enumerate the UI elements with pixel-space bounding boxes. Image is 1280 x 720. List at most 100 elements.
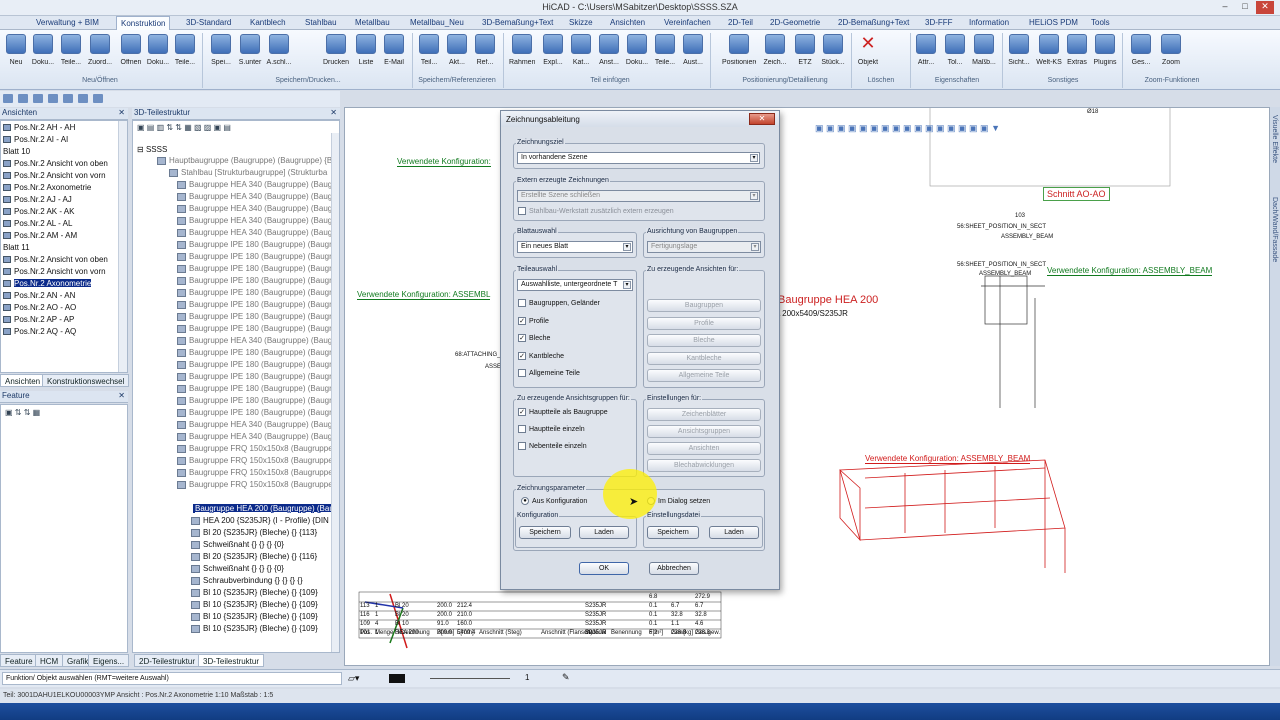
ansicht-item[interactable]: Pos.Nr.2 AQ - AQ [3,327,76,336]
abbrechen-button[interactable]: Abbrechen [649,562,699,575]
ansicht-item[interactable]: Pos.Nr.2 Axonometrie [3,183,91,192]
objekt-loeschen-button[interactable]: ✕ Objekt [855,34,881,66]
gruppen-checkbox[interactable]: Hauptteile einzeln [518,425,585,433]
tab-verwaltung-bim[interactable]: Verwaltung + BIM [36,18,99,27]
tree-item[interactable]: Baugruppe FRQ 150x150x8 (Baugruppe) (Bau… [177,480,339,489]
ansicht-item[interactable]: Pos.Nr.2 AL - AL [3,219,72,228]
tree-item[interactable]: Baugruppe IPE 180 (Baugruppe) (Baugruppe… [177,312,339,321]
zeichnungsziel-select[interactable]: In vorhandene Szene ▾ [517,152,760,164]
tree-item[interactable]: Baugruppe IPE 180 (Baugruppe) (Baugruppe… [177,324,339,333]
tab-3d-standard[interactable]: 3D-Standard [186,18,231,27]
ansicht-item[interactable]: Pos.Nr.2 AO - AO [3,303,76,312]
ansichten-button[interactable]: Allgemeine Teile [647,369,761,382]
ansicht-item[interactable]: Blatt 11 [3,243,30,252]
attribute-button[interactable]: Attr... [913,34,939,66]
referenz-button[interactable]: Ref... [472,34,498,66]
teile-checkbox[interactable]: ✓ Profile [518,316,549,325]
blattauswahl-select[interactable]: Ein neues Blatt ▾ [517,241,633,253]
konfiguration-speichern-button[interactable]: Speichern [519,526,571,539]
tree-child-item[interactable]: Bl 20 {S235JR} (Bleche) {} {113} [191,528,317,537]
ansicht-item[interactable]: Pos.Nr.2 Ansicht von oben [3,255,108,264]
ausrichtung-select[interactable]: Fertigungslage ▾ [647,241,761,253]
shape-icon[interactable]: ▱▾ [348,673,359,684]
einstellungen-button[interactable]: Zeichenblätter [647,408,761,421]
extern-select[interactable]: Erstellte Szene schließen ▾ [517,190,760,202]
tree-item[interactable]: Baugruppe IPE 180 (Baugruppe) (Baugruppe… [177,300,339,309]
maximize-button[interactable]: □ [1236,1,1254,14]
tab-stahlbau[interactable]: Stahlbau [305,18,337,27]
tree-tab[interactable]: 2D-Teilestruktur [134,654,201,667]
teile-checkbox[interactable]: Baugruppen, Geländer [518,299,600,307]
austauschen-button[interactable]: Aust... [680,34,706,66]
print-icon[interactable] [33,94,43,103]
anst-button[interactable]: Anst... [596,34,622,66]
ansichten-button[interactable]: Baugruppen [647,299,761,312]
tree-child-item[interactable]: Bl 10 {S235JR} (Bleche) {} {109} [191,588,318,597]
extras-button[interactable]: Extras [1064,34,1090,66]
ok-button[interactable]: OK [579,562,629,575]
rahmen-button[interactable]: Rahmen [509,34,535,66]
tree-item[interactable]: Stahlbau [Strukturbaugruppe] (Strukturba [169,168,327,177]
drawing-canvas[interactable]: Verwendete Konfiguration: Verwendete Kon… [344,107,1270,666]
tab-dach-wand-fassade[interactable]: Dach/Wand/Fassade [1271,197,1278,262]
ansichten-button[interactable]: Bleche [647,334,761,347]
plugins-button[interactable]: Plugins [1092,34,1118,66]
extern-checkbox[interactable]: Stahlbau-Werkstatt zusätzlich extern erz… [518,207,674,215]
tab-metallbau-neu[interactable]: Metallbau_Neu [410,18,464,27]
ansicht-item[interactable]: Pos.Nr.2 Ansicht von vorn [3,171,106,180]
tree-item[interactable]: Baugruppe IPE 180 (Baugruppe) (Baugruppe… [177,348,339,357]
tree-item[interactable]: Baugruppe HEA 340 (Baugruppe) (Baugruppe… [177,336,339,345]
tree-item[interactable]: Baugruppe FRQ 150x150x8 (Baugruppe) (Bau… [177,456,339,465]
teile-checkbox[interactable]: ✓ Bleche [518,334,550,342]
tab-kantblech[interactable]: Kantblech [250,18,286,27]
command-prompt[interactable]: Funktion/ Objekt auswählen (RMT=weitere … [2,672,342,685]
tree-item[interactable]: Baugruppe IPE 180 (Baugruppe) (Baugruppe… [177,264,339,273]
tab-helios-pdm[interactable]: HELiOS PDM [1029,18,1078,27]
close-window-button[interactable]: ✕ [1256,1,1274,14]
tree-item[interactable]: Hauptbaugruppe (Baugruppe) (Baugruppe) {… [157,156,337,165]
tree-tab[interactable]: HCM [35,654,64,667]
tree-tab[interactable]: Feature [0,654,38,667]
teile-open-button[interactable]: Teile... [172,34,198,66]
doku-open-button[interactable]: Doku... [145,34,171,66]
tab-information[interactable]: Information [969,18,1009,27]
tree-item[interactable]: Baugruppe HEA 340 (Baugruppe) (Baugruppe… [177,204,339,213]
tree-item[interactable]: Baugruppe HEA 340 (Baugruppe) (Baugruppe… [177,420,339,429]
einstellungsdatei-laden-button[interactable]: Laden [709,526,759,539]
tab-2d-teil[interactable]: 2D-Teil [728,18,753,27]
close-icon[interactable]: ✕ [330,108,337,117]
tab-3d-fff[interactable]: 3D-FFF [925,18,953,27]
tab-vereinfachen[interactable]: Vereinfachen [664,18,711,27]
tab-konstruktion[interactable]: Konstruktion [116,16,171,30]
teile-checkbox[interactable]: Allgemeine Teile [518,369,580,377]
tree-child-item[interactable]: Bl 20 {S235JR} (Bleche) {} {116} [191,552,317,561]
ansicht-item[interactable]: Pos.Nr.2 AN - AN [3,291,75,300]
tree-item[interactable]: Baugruppe IPE 180 (Baugruppe) (Baugruppe… [177,360,339,369]
feature-toolbar-icons[interactable]: ▣ ⇅ ⇅ ▦ [5,408,40,417]
pen-icon[interactable]: ✎ [562,672,570,683]
ansicht-item[interactable]: Pos.Nr.2 AK - AK [3,207,74,216]
explorer-button[interactable]: Expl... [540,34,566,66]
ansicht-item[interactable]: Blatt 10 [3,147,30,156]
abschliessen-button[interactable]: A.schl... [266,34,292,66]
close-icon[interactable]: ✕ [118,391,125,400]
tab-ansichten[interactable]: Ansichten [0,374,46,387]
redo-icon[interactable] [48,94,58,103]
gesamt-zoom-button[interactable]: Ges... [1128,34,1154,66]
tab-metallbau[interactable]: Metallbau [355,18,390,27]
ansicht-item[interactable]: Pos.Nr.2 AP - AP [3,315,74,324]
tree-item[interactable]: Baugruppe HEA 340 (Baugruppe) (Baugruppe… [177,192,339,201]
tree-item[interactable]: Baugruppe IPE 180 (Baugruppe) (Baugruppe… [177,384,339,393]
teile-button[interactable]: Teile... [58,34,84,66]
teile-insert-button[interactable]: Teile... [652,34,678,66]
email-button[interactable]: E-Mail [381,34,407,66]
minimize-button[interactable]: – [1216,1,1234,14]
color-swatch[interactable] [389,674,405,683]
tab-visuelle-effekte[interactable]: Visuelle Effekte [1271,115,1278,163]
tree-child-item[interactable]: HEA 200 {S235JR} (I - Profile) {DIN [191,516,329,525]
scrollbar[interactable] [331,133,339,652]
ansicht-item[interactable]: Pos.Nr.2 AJ - AJ [3,195,72,204]
doku-button[interactable]: Doku... [30,34,56,66]
tree-item[interactable]: Baugruppe FRQ 150x150x8 (Baugruppe) (Bau… [177,468,339,477]
tree-root[interactable]: ⊟ SSSS [137,145,167,154]
